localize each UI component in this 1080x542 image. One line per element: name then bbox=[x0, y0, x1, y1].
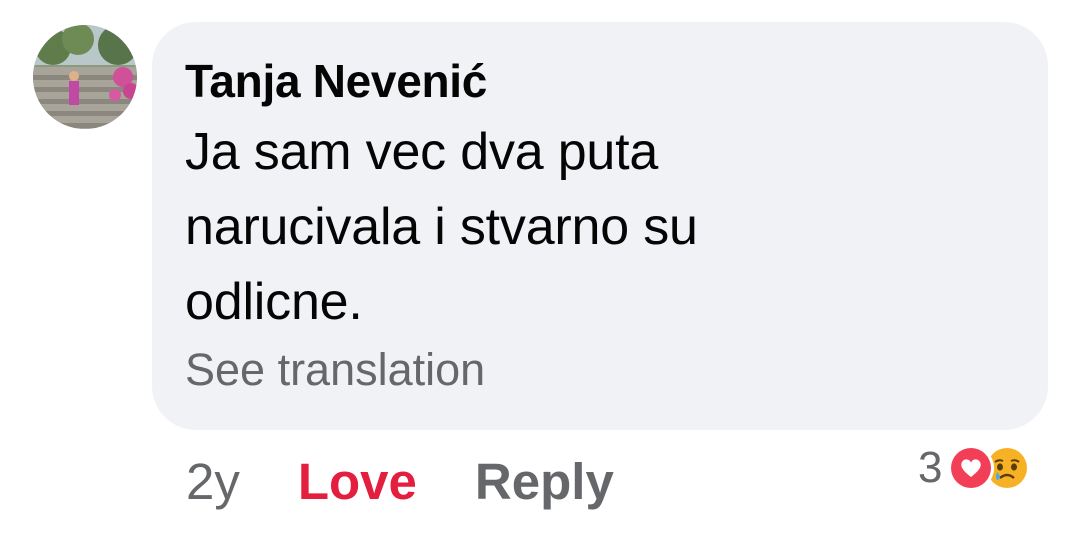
comment-bubble: Tanja Nevenić Ja sam vec dva puta naruci… bbox=[152, 22, 1048, 430]
reaction-summary[interactable]: 3 bbox=[918, 440, 1036, 496]
reaction-count: 3 bbox=[918, 443, 943, 492]
reply-button[interactable]: Reply bbox=[475, 450, 614, 514]
love-button[interactable]: Love bbox=[298, 450, 417, 514]
avatar-photo bbox=[33, 25, 137, 129]
comment-author[interactable]: Tanja Nevenić bbox=[185, 52, 1014, 110]
comment-timestamp[interactable]: 2y bbox=[186, 450, 240, 514]
comment-actions: 2y Love Reply bbox=[186, 450, 614, 514]
see-translation-link[interactable]: See translation bbox=[185, 342, 1014, 398]
reaction-icons bbox=[948, 445, 1036, 491]
love-icon bbox=[948, 445, 995, 491]
comment: Tanja Nevenić Ja sam vec dva puta naruci… bbox=[0, 0, 1080, 542]
comment-text: Ja sam vec dva puta narucivala i stvarno… bbox=[185, 123, 698, 331]
avatar[interactable] bbox=[33, 25, 137, 129]
